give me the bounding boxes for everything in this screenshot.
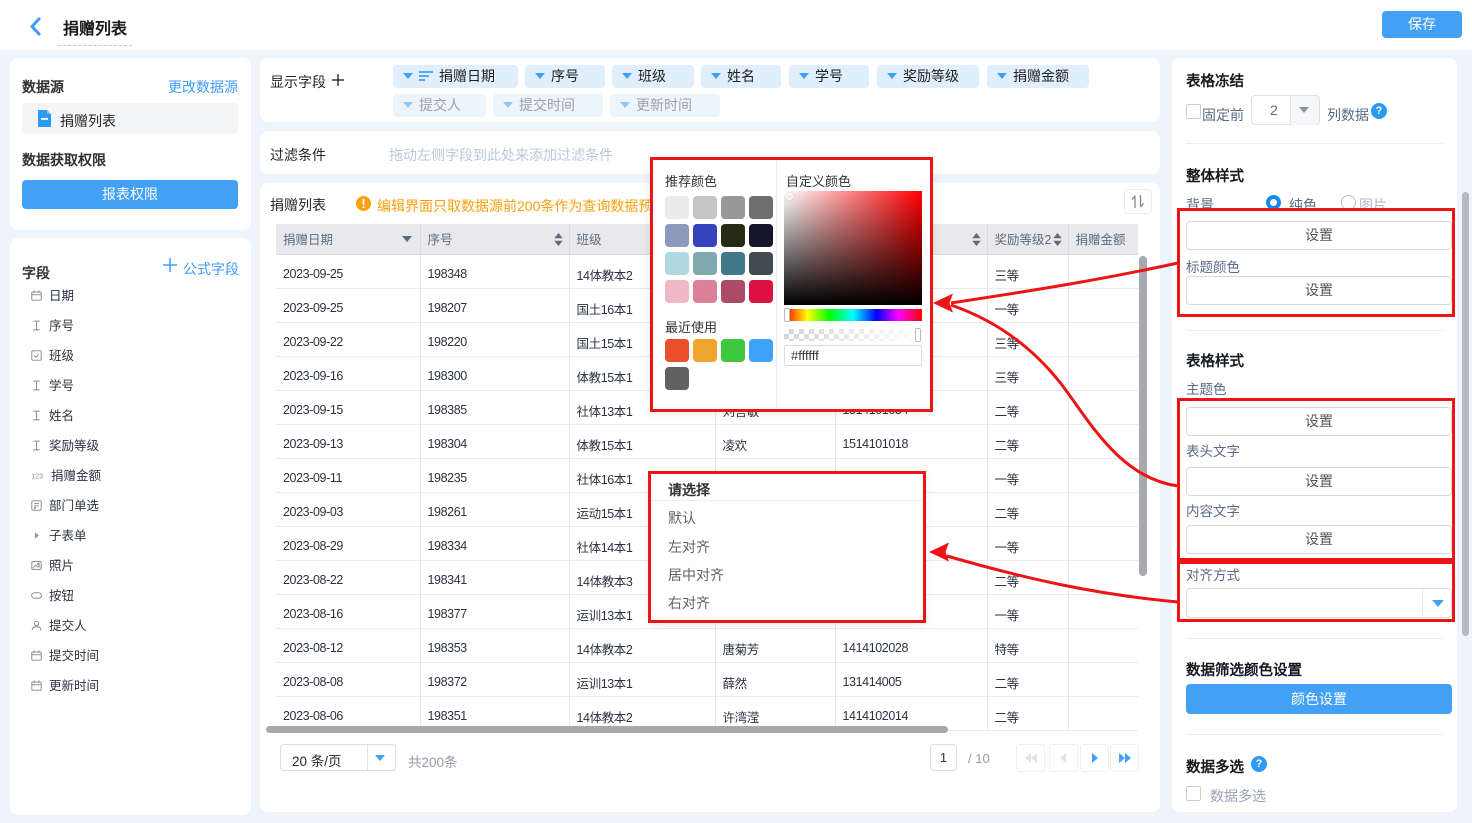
svg-text:123: 123 — [31, 474, 43, 481]
